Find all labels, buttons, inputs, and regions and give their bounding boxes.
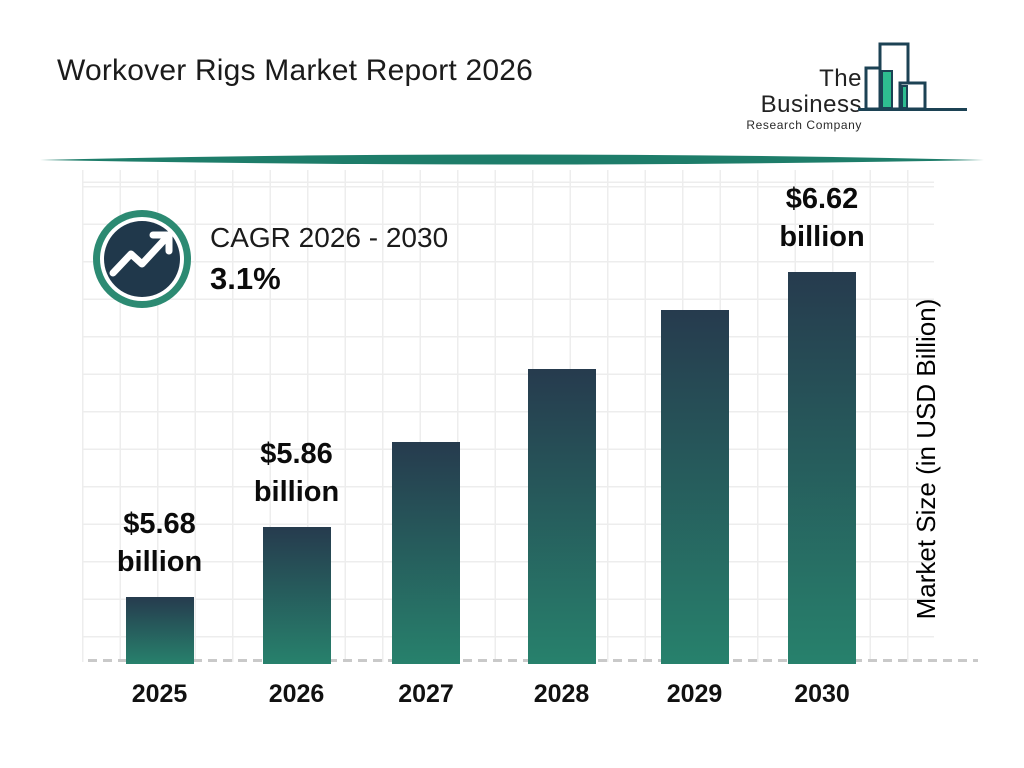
bar-value-label-2030: $6.62billion <box>732 180 912 256</box>
page-title: Workover Rigs Market Report 2026 <box>57 54 533 88</box>
logo-buildings-icon <box>852 30 972 116</box>
cagr-label: CAGR 2026 - 2030 <box>210 221 448 255</box>
cagr-value: 3.1% <box>210 260 448 298</box>
x-axis-tick-2025: 2025 <box>90 680 230 709</box>
bar-value-label-2026: $5.86billion <box>207 435 387 511</box>
header-divider <box>40 152 984 170</box>
bar-2029 <box>661 310 729 664</box>
x-axis-tick-2027: 2027 <box>356 680 496 709</box>
x-axis-tick-2028: 2028 <box>492 680 632 709</box>
bar-2028 <box>528 369 596 664</box>
logo-text-secondary: Research Company <box>712 118 862 132</box>
cagr-annotation: CAGR 2026 - 2030 3.1% <box>210 221 448 298</box>
logo-text-primary: The Business <box>712 66 862 118</box>
x-axis-tick-2026: 2026 <box>227 680 367 709</box>
bar-2026 <box>263 527 331 664</box>
bar-2030 <box>788 272 856 664</box>
x-axis-tick-2030: 2030 <box>752 680 892 709</box>
bar-value-label-2025: $5.68billion <box>70 505 250 581</box>
cagr-trend-icon <box>92 209 192 309</box>
x-axis-tick-2029: 2029 <box>625 680 765 709</box>
y-axis-label: Market Size (in USD Billion) <box>911 279 943 639</box>
bar-2027 <box>392 442 460 664</box>
company-logo: The Business Research Company <box>712 66 862 132</box>
bar-2025 <box>126 597 194 664</box>
